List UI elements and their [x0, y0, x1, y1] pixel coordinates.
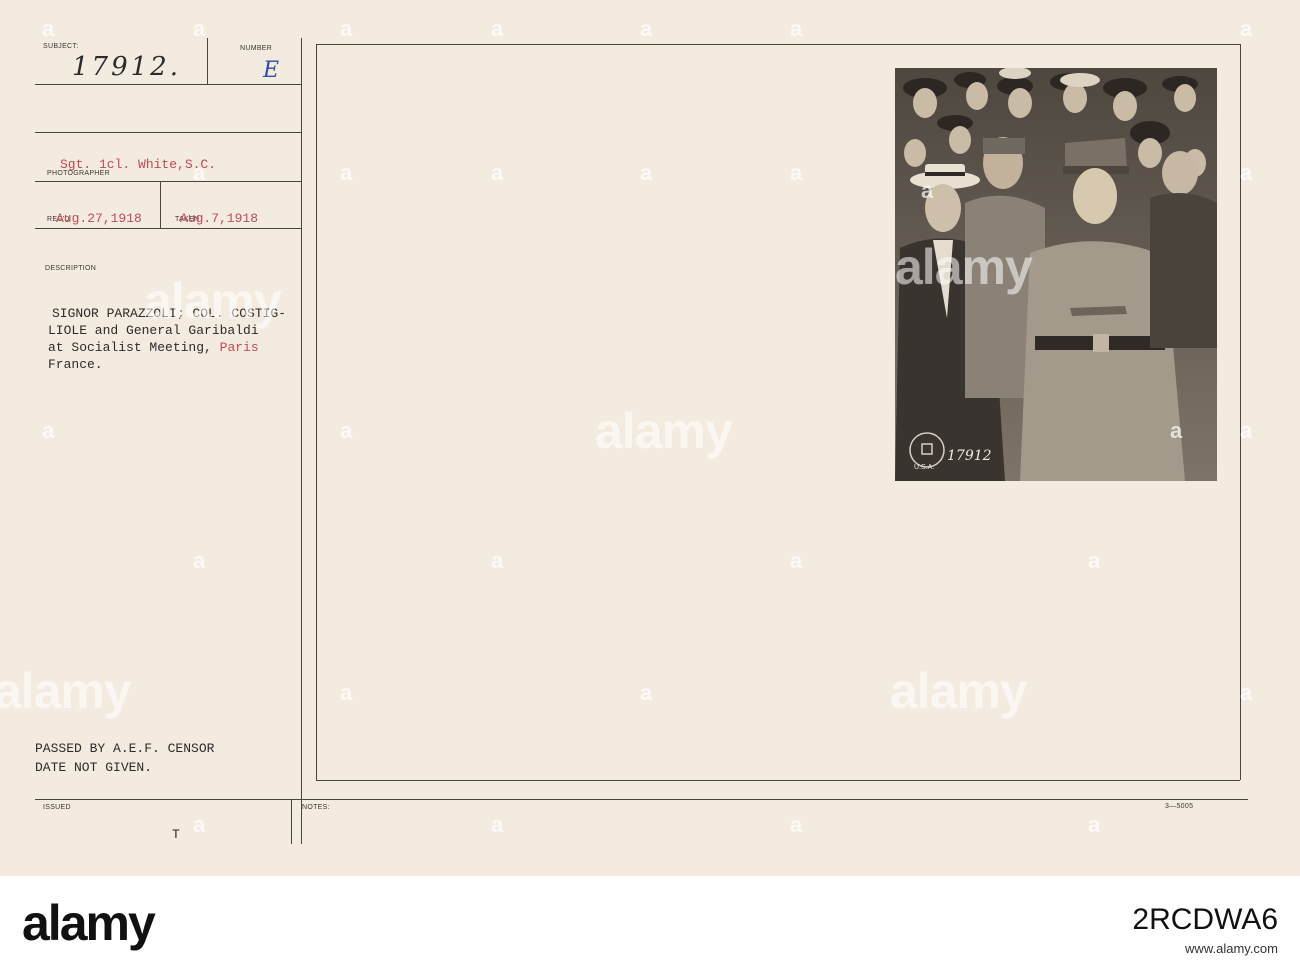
- watermark: alamy: [895, 239, 1033, 295]
- watermark-mark: a: [790, 548, 803, 573]
- watermark-mark: a: [1088, 812, 1101, 837]
- issued-mark: T: [172, 827, 180, 842]
- photo-stamp-country: U.S.A.: [914, 464, 935, 471]
- form-rule: [35, 84, 301, 85]
- watermark: alamy: [595, 403, 733, 459]
- number-label: NUMBER: [240, 45, 273, 52]
- form-code: 3—5005: [1165, 803, 1194, 810]
- subject-number: 17912.: [72, 52, 181, 82]
- watermark-mark: a: [42, 418, 55, 443]
- form-divider: [160, 182, 161, 228]
- watermark-mark: a: [42, 16, 55, 41]
- censor-line: DATE NOT GIVEN.: [35, 760, 153, 775]
- image-id: 2RCDWA6: [1132, 903, 1278, 936]
- watermark-mark: a: [491, 160, 504, 185]
- watermark: alamy: [890, 663, 1028, 719]
- watermark-mark: a: [491, 812, 504, 837]
- photo-stamp-number: 17912: [947, 448, 992, 464]
- watermark-mark: a: [193, 16, 206, 41]
- stock-banner: alamy 2RCDWA6 www.alamy.com: [0, 876, 1300, 966]
- issued-label: ISSUED: [43, 804, 71, 811]
- form-rule: [35, 132, 301, 133]
- watermark-mark: a: [1240, 418, 1253, 443]
- mounted-photograph: 17912 U.S.A. alamy a a: [895, 68, 1217, 481]
- watermark-mark: a: [640, 680, 653, 705]
- watermark-mark: a: [790, 16, 803, 41]
- description-text-plain: at Socialist Meeting,: [48, 340, 220, 355]
- watermark: alamy: [0, 663, 132, 719]
- form-rule: [35, 181, 301, 182]
- site-url[interactable]: www.alamy.com: [1185, 941, 1278, 956]
- watermark-mark: a: [193, 160, 206, 185]
- form-divider: [291, 800, 292, 844]
- watermark-mark: a: [790, 812, 803, 837]
- received-date: Aug.27,1918: [56, 211, 142, 226]
- mount-frame-right: [1240, 44, 1241, 780]
- description-place: Paris: [219, 340, 259, 355]
- taken-date: Aug.7,1918: [180, 211, 259, 226]
- notes-label: NOTES:: [302, 804, 330, 811]
- watermark-mark: a: [1088, 548, 1101, 573]
- watermark-mark: a: [1240, 160, 1253, 185]
- watermark-mark: a: [340, 160, 353, 185]
- watermark-mark: a: [640, 160, 653, 185]
- watermark-mark: a: [1170, 418, 1183, 443]
- number-letter: E: [263, 58, 280, 83]
- mount-frame-bottom: [316, 780, 1240, 781]
- form-divider: [207, 38, 208, 84]
- subject-label: SUBJECT:: [43, 43, 79, 50]
- description-line: France.: [48, 357, 103, 372]
- alamy-logo: alamy: [22, 895, 156, 951]
- watermark-mark: a: [340, 16, 353, 41]
- mount-frame-top: [316, 44, 1240, 45]
- watermark-mark: a: [340, 680, 353, 705]
- record-card: SUBJECT: NUMBER PHOTOGRAPHER REC'D TAKEN…: [0, 0, 1300, 876]
- watermark-mark: a: [790, 160, 803, 185]
- watermark-mark: a: [193, 812, 206, 837]
- watermark: alamy: [144, 273, 282, 329]
- form-divider: [301, 38, 302, 844]
- form-rule: [35, 228, 301, 229]
- censor-line: PASSED BY A.E.F. CENSOR: [35, 741, 215, 756]
- watermark-mark: a: [193, 548, 206, 573]
- watermark-mark: a: [1240, 16, 1253, 41]
- description-label: DESCRIPTION: [45, 265, 97, 272]
- form-rule: [35, 799, 1248, 800]
- watermark-mark: a: [1240, 680, 1253, 705]
- watermark-mark: a: [491, 16, 504, 41]
- watermark-mark: a: [491, 548, 504, 573]
- description-line: at Socialist Meeting, Paris: [48, 340, 259, 355]
- watermark-mark: a: [340, 418, 353, 443]
- mount-frame-left: [316, 44, 317, 780]
- watermark-mark: a: [921, 178, 934, 203]
- watermark-mark: a: [640, 16, 653, 41]
